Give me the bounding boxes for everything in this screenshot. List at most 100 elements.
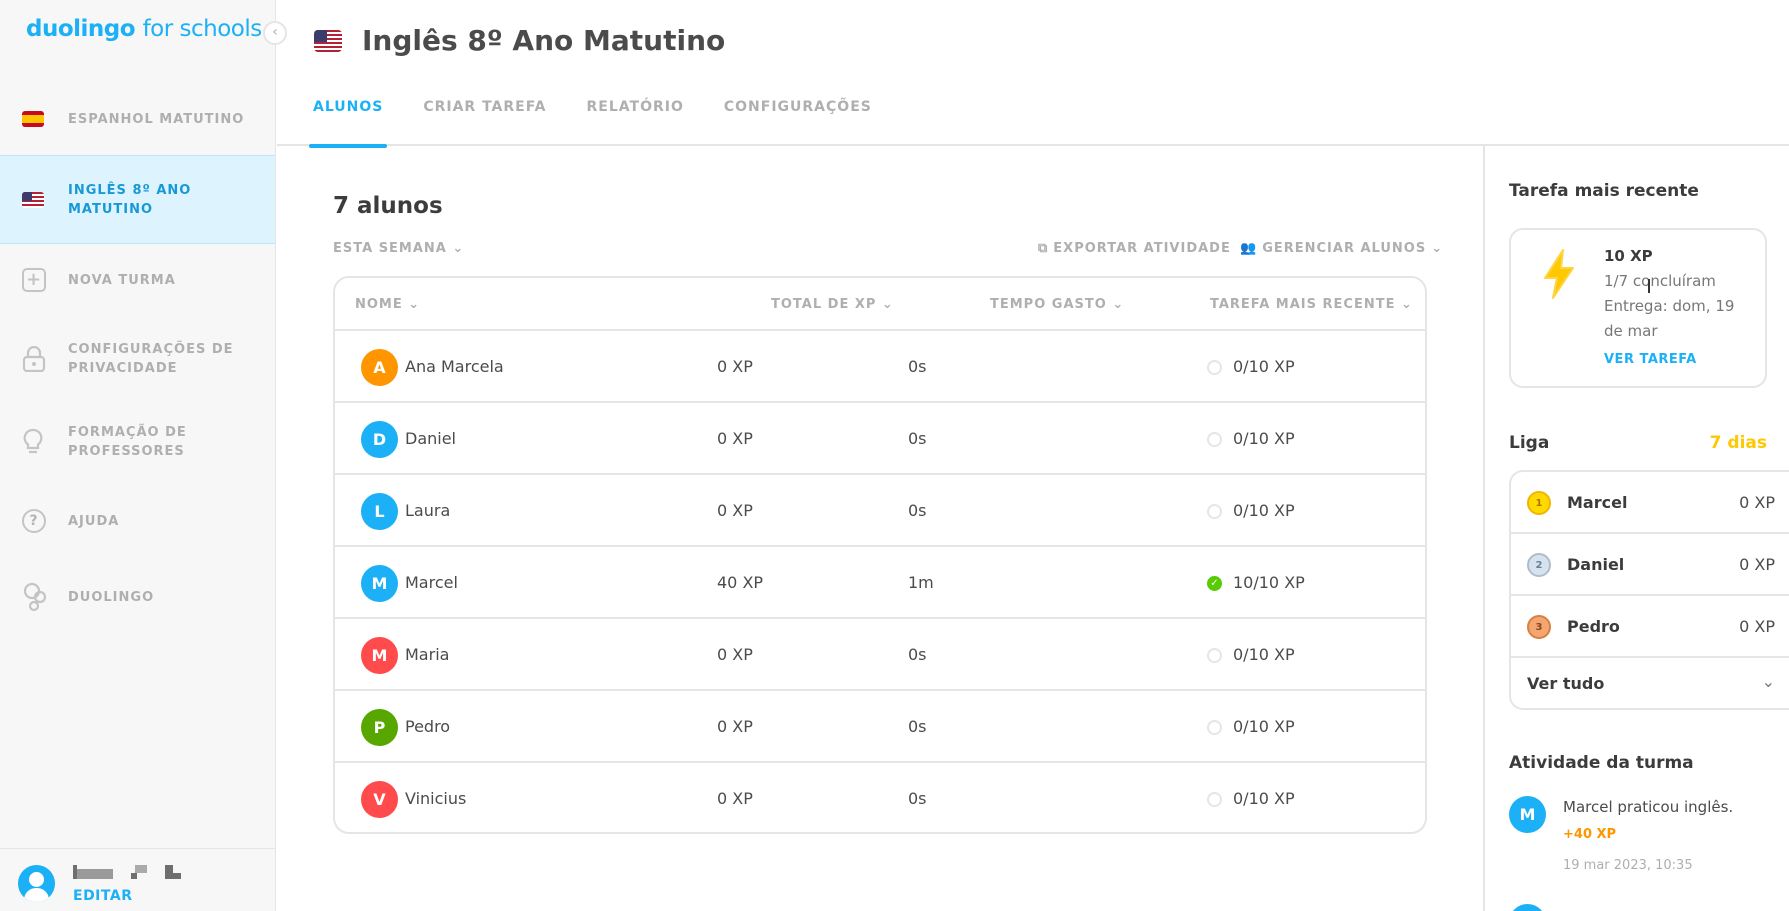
sidebar-item-label: INGLÊS 8º ANO MATUTINO bbox=[68, 182, 192, 217]
table-row[interactable]: M Maria 0 XP 0s 0/10 XP bbox=[335, 619, 1425, 691]
sidebar: duolingo for schools ESPANHOL MATUTINO I… bbox=[0, 0, 276, 911]
table-row[interactable]: P Pedro 0 XP 0s 0/10 XP bbox=[335, 691, 1425, 763]
student-name[interactable]: Daniel bbox=[405, 429, 456, 448]
user-avatar[interactable] bbox=[18, 865, 55, 902]
avatar: A bbox=[361, 349, 398, 386]
chevron-down-icon[interactable]: ⌄ bbox=[1762, 672, 1775, 691]
column-header-total-xp[interactable]: TOTAL DE XP ⌄ bbox=[771, 297, 894, 312]
student-task-progress: 0/10 XP bbox=[1233, 429, 1295, 448]
manage-students-label: GERENCIAR ALUNOS bbox=[1262, 241, 1427, 256]
table-row[interactable]: D Daniel 0 XP 0s 0/10 XP bbox=[335, 403, 1425, 475]
recent-task-card[interactable]: 10 XP 1/7 concluíram Entrega: dom, 19 de… bbox=[1509, 228, 1767, 388]
student-name[interactable]: Marcel bbox=[405, 573, 458, 592]
usa-flag-icon bbox=[314, 29, 342, 52]
text-cursor-icon bbox=[1648, 279, 1650, 293]
activity-text: Marcel praticou inglês. bbox=[1563, 798, 1734, 816]
league-player-name: Pedro bbox=[1567, 617, 1620, 636]
sidebar-item-ingles-8-ano[interactable]: INGLÊS 8º ANO MATUTINO bbox=[0, 155, 275, 244]
student-time: 0s bbox=[908, 645, 927, 664]
lightbulb-icon bbox=[23, 428, 43, 454]
activity-timestamp: 19 mar 2023, 10:35 bbox=[1563, 858, 1693, 873]
avatar bbox=[1509, 904, 1546, 911]
avatar: V bbox=[361, 781, 398, 818]
help-icon: ? bbox=[22, 509, 46, 533]
medal-icon: 2 bbox=[1527, 553, 1551, 577]
period-filter-label: ESTA SEMANA bbox=[333, 241, 447, 256]
table-row[interactable]: L Laura 0 XP 0s 0/10 XP bbox=[335, 475, 1425, 547]
column-header-nome[interactable]: NOME ⌄ bbox=[355, 297, 420, 312]
tab-configuracoes[interactable]: CONFIGURAÇÕES bbox=[724, 86, 872, 146]
sidebar-item-privacidade[interactable]: CONFIGURAÇÕES DE PRIVACIDADE bbox=[0, 339, 275, 379]
period-filter-dropdown[interactable]: ESTA SEMANA ⌄ bbox=[333, 241, 464, 256]
tab-alunos[interactable]: ALUNOS bbox=[308, 86, 388, 148]
export-activity-label: EXPORTAR ATIVIDADE bbox=[1053, 241, 1231, 256]
empty-circle-icon bbox=[1207, 360, 1222, 375]
league-row[interactable]: 2 Daniel 0 XP bbox=[1511, 534, 1789, 596]
sidebar-item-espanhol-matutino[interactable]: ESPANHOL MATUTINO bbox=[0, 108, 275, 130]
student-name[interactable]: Maria bbox=[405, 645, 449, 664]
student-xp: 0 XP bbox=[717, 645, 753, 664]
right-panel: Tarefa mais recente 10 XP 1/7 concluíram… bbox=[1483, 146, 1789, 911]
manage-students-button[interactable]: 👥 GERENCIAR ALUNOS ⌄ bbox=[1240, 241, 1443, 256]
collapse-sidebar-button[interactable]: ‹ bbox=[263, 21, 287, 45]
spain-flag-icon bbox=[22, 111, 44, 127]
recent-task-heading: Tarefa mais recente bbox=[1509, 181, 1699, 201]
empty-circle-icon bbox=[1207, 720, 1222, 735]
sidebar-item-label: DUOLINGO bbox=[68, 589, 155, 605]
tab-criar-tarefa[interactable]: CRIAR TAREFA bbox=[423, 86, 546, 146]
student-name[interactable]: Ana Marcela bbox=[405, 357, 504, 376]
table-row[interactable]: A Ana Marcela 0 XP 0s 0/10 XP bbox=[335, 331, 1425, 403]
usa-flag-icon bbox=[22, 191, 44, 208]
duolingo-icon bbox=[23, 582, 47, 612]
student-name[interactable]: Pedro bbox=[405, 717, 450, 736]
table-row[interactable]: V Vinicius 0 XP 0s 0/10 XP bbox=[335, 763, 1425, 832]
student-time: 0s bbox=[908, 717, 927, 736]
student-task-progress: 0/10 XP bbox=[1233, 645, 1295, 664]
sidebar-item-label: AJUDA bbox=[68, 513, 120, 529]
student-task-progress: 0/10 XP bbox=[1233, 789, 1295, 808]
avatar: L bbox=[361, 493, 398, 530]
activity-xp: +40 XP bbox=[1563, 827, 1617, 842]
student-task-progress: 0/10 XP bbox=[1233, 357, 1295, 376]
student-xp: 0 XP bbox=[717, 501, 753, 520]
sidebar-item-duolingo[interactable]: DUOLINGO bbox=[0, 582, 275, 612]
task-completed: 1/7 concluíram bbox=[1604, 272, 1716, 290]
league-days-remaining: 7 dias bbox=[1709, 433, 1767, 453]
users-icon: 👥 bbox=[1240, 241, 1258, 256]
export-activity-button[interactable]: ⧉ EXPORTAR ATIVIDADE bbox=[1038, 241, 1231, 256]
student-time: 1m bbox=[908, 573, 934, 592]
class-header: Inglês 8º Ano Matutino bbox=[314, 24, 725, 57]
medal-icon: 3 bbox=[1527, 615, 1551, 639]
duolingo-for-schools-logo[interactable]: duolingo for schools bbox=[26, 16, 262, 42]
column-header-tempo-gasto[interactable]: TEMPO GASTO ⌄ bbox=[990, 297, 1124, 312]
task-xp: 10 XP bbox=[1604, 247, 1653, 265]
view-task-link[interactable]: VER TAREFA bbox=[1604, 352, 1697, 367]
sidebar-item-formacao[interactable]: FORMAÇÃO DE PROFESSORES bbox=[0, 422, 275, 462]
external-link-icon: ⧉ bbox=[1038, 241, 1049, 256]
medal-icon: 1 bbox=[1527, 491, 1551, 515]
logo-suffix: for schools bbox=[142, 16, 263, 42]
league-row[interactable]: 1 Marcel 0 XP bbox=[1511, 472, 1789, 534]
check-circle-icon: ✓ bbox=[1207, 576, 1222, 591]
avatar: M bbox=[361, 637, 398, 674]
column-header-tarefa-recente[interactable]: TAREFA MAIS RECENTE ⌄ bbox=[1210, 297, 1413, 312]
plus-icon: + bbox=[22, 268, 46, 292]
see-all-link[interactable]: Ver tudo bbox=[1527, 674, 1604, 693]
user-name-redacted bbox=[73, 865, 183, 879]
chevron-down-icon: ⌄ bbox=[452, 241, 465, 256]
student-name[interactable]: Vinicius bbox=[405, 789, 466, 808]
students-table: NOME ⌄ TOTAL DE XP ⌄ TEMPO GASTO ⌄ TAREF… bbox=[333, 276, 1427, 834]
table-row[interactable]: M Marcel 40 XP 1m ✓ 10/10 XP bbox=[335, 547, 1425, 619]
student-task-progress: 0/10 XP bbox=[1233, 501, 1295, 520]
tab-relatorio[interactable]: RELATÓRIO bbox=[587, 86, 684, 146]
student-name[interactable]: Laura bbox=[405, 501, 450, 520]
sidebar-item-nova-turma[interactable]: + NOVA TURMA bbox=[0, 268, 275, 292]
chevron-left-icon: ‹ bbox=[272, 24, 278, 40]
empty-circle-icon bbox=[1207, 504, 1222, 519]
avatar: M bbox=[361, 565, 398, 602]
league-row[interactable]: 3 Pedro 0 XP bbox=[1511, 596, 1789, 658]
edit-profile-link[interactable]: EDITAR bbox=[73, 888, 132, 904]
sidebar-item-ajuda[interactable]: ? AJUDA bbox=[0, 508, 275, 534]
chevron-down-icon: ⌄ bbox=[1431, 241, 1444, 256]
task-due-date-cont: de mar bbox=[1604, 322, 1658, 340]
